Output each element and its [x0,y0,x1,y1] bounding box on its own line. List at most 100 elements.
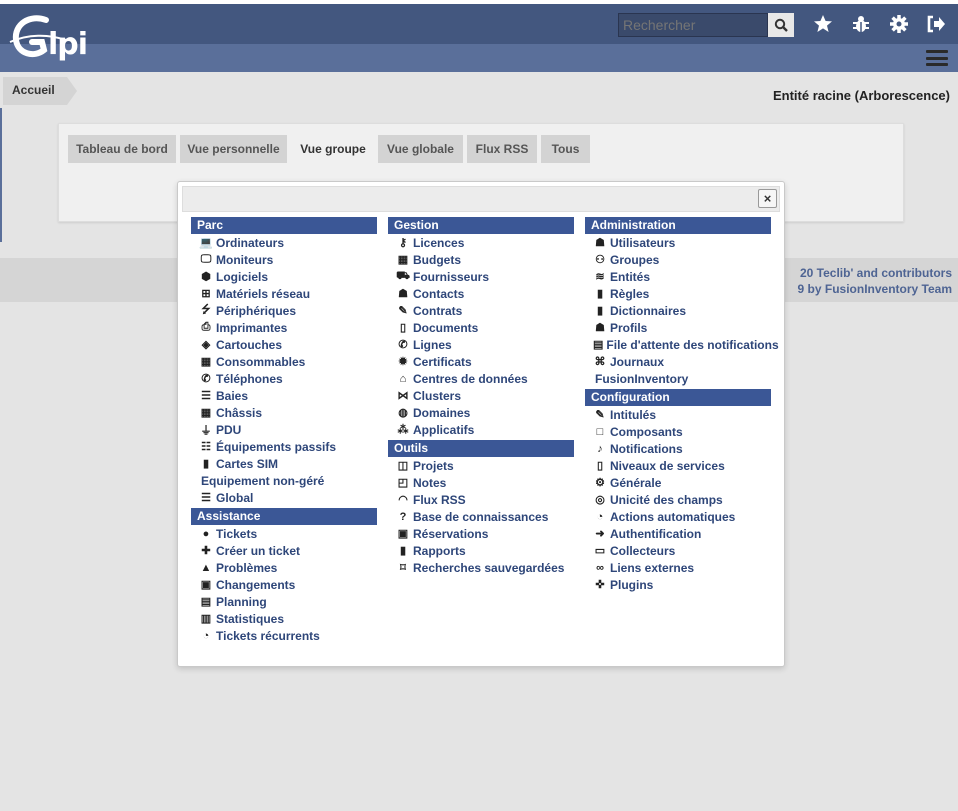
menu-item-label: Ordinateurs [216,235,285,250]
menu-item-label: Equipement non-géré [201,473,325,488]
menu-item-parc[interactable]: ✆ Téléphones [191,370,377,387]
menu-item-administration[interactable]: ≋ Entités [585,268,771,285]
menu-item-gestion[interactable]: ⚷ Licences [388,234,574,251]
plus-icon: ✚ [201,545,211,557]
menu-item-parc[interactable]: ⬢ Logiciels [191,268,377,285]
menu-item-gestion[interactable]: ▯ Documents [388,319,574,336]
menu-item-gestion[interactable]: ⛟ Fournisseurs [388,268,574,285]
menu-item-outils[interactable]: ◠ Flux RSS [388,491,574,508]
menu-item-parc[interactable]: ☰ Global [191,489,377,506]
tab-rss[interactable]: Flux RSS [467,135,537,163]
menu-item-parc[interactable]: ⏚ PDU [191,421,377,438]
menu-item-gestion[interactable]: ⋈ Clusters [388,387,574,404]
menu-item-parc[interactable]: ⊞ Matériels réseau [191,285,377,302]
warning-icon: ▲ [200,561,212,574]
inbox-icon: ▭ [594,545,606,557]
menu-item-gestion[interactable]: ✎ Contrats [388,302,574,319]
file-contract-icon: ▯ [596,460,604,472]
dolly-icon: ⛟ [396,269,410,282]
menu-item-configuration[interactable]: ✜ Plugins [585,576,771,593]
columns-icon: ◫ [397,460,409,472]
menu-item-assistance[interactable]: ▣ Changements [191,576,377,593]
key-icon: ⚷ [398,237,408,249]
menu-item-configuration[interactable]: ◎ Unicité des champs [585,491,771,508]
menu-item-outils[interactable]: ? Base de connaissances [388,508,574,525]
menu-item-configuration[interactable]: □ Composants [585,423,771,440]
menu-item-parc[interactable]: Equipement non-géré [191,472,377,489]
menu-item-parc[interactable]: 🖵 Moniteurs [191,251,377,268]
network-icon: ⊞ [201,288,211,300]
menu-item-outils[interactable]: ◰ Notes [388,474,574,491]
tab-all[interactable]: Tous [541,135,590,163]
list-icon: ☰ [201,492,211,504]
breadcrumb-home[interactable]: Accueil [3,77,67,105]
menu-item-administration[interactable]: FusionInventory [585,370,771,387]
menu-item-gestion[interactable]: ◍ Domaines [388,404,574,421]
star-icon[interactable] [810,12,836,36]
menu-item-configuration[interactable]: ∞ Liens externes [585,559,771,576]
tab-dashboard[interactable]: Tableau de bord [68,135,176,163]
search-input[interactable] [618,13,768,37]
menu-item-gestion[interactable]: ⌂ Centres de données [388,370,574,387]
menu-item-parc[interactable]: ▦ Châssis [191,404,377,421]
menu-item-assistance[interactable]: ✚ Créer un ticket [191,542,377,559]
menu-item-outils[interactable]: ▣ Réservations [388,525,574,542]
menu-item-configuration[interactable]: ▭ Collecteurs [585,542,771,559]
glpi-logo[interactable]: lpi [8,12,103,68]
search-button[interactable] [768,13,794,37]
menu-item-assistance[interactable]: ▤ Planning [191,593,377,610]
menu-item-outils[interactable]: ⌑ Recherches sauvegardées [388,559,574,576]
section-outils: Outils [388,440,574,457]
menu-item-label: Châssis [216,405,263,420]
menu-item-parc[interactable]: ☰ Baies [191,387,377,404]
menu-item-outils[interactable]: ▮ Rapports [388,542,574,559]
menu-item-assistance[interactable]: ▥ Statistiques [191,610,377,627]
menu-item-label: Licences [413,235,465,250]
bug-icon[interactable] [848,12,874,36]
menu-item-assistance[interactable]: ◔ Tickets récurrents [191,627,377,644]
menu-item-configuration[interactable]: ♪ Notifications [585,440,771,457]
tab-global-view[interactable]: Vue globale [378,135,463,163]
logout-icon[interactable] [923,12,949,36]
tab-group-view[interactable]: Vue groupe [291,135,375,163]
menu-item-administration[interactable]: ▮ Dictionnaires [585,302,771,319]
server-icon: ☰ [201,390,211,402]
entity-selector[interactable]: Entité racine (Arborescence) [773,88,950,103]
menu-item-configuration[interactable]: ◔ Actions automatiques [585,508,771,525]
menu-item-configuration[interactable]: ⚙ Générale [585,474,771,491]
gear-icon[interactable] [886,12,912,36]
menu-item-gestion[interactable]: ⁂ Applicatifs [388,421,574,438]
svg-text:lpi: lpi [48,27,87,62]
menu-item-assistance[interactable]: ▲ Problèmes [191,559,377,576]
book-icon: ▮ [596,288,604,300]
menu-item-label: File d'attente des notifications [606,337,779,352]
menu-icon[interactable] [926,48,948,68]
menu-item-administration[interactable]: ▤ File d'attente des notifications [585,336,779,353]
menu-item-parc[interactable]: ⎙ Imprimantes [191,319,377,336]
menu-item-assistance[interactable]: ● Tickets [191,525,377,542]
menu-item-administration[interactable]: ☗ Utilisateurs [585,234,771,251]
menu-item-gestion[interactable]: ▦ Budgets [388,251,574,268]
menu-item-parc[interactable]: ▦ Consommables [191,353,377,370]
calendar-check-icon: ▣ [397,528,409,540]
menu-item-configuration[interactable]: ✎ Intitulés [585,406,771,423]
menu-item-gestion[interactable]: ✆ Lignes [388,336,574,353]
menu-item-administration[interactable]: ▮ Règles [585,285,771,302]
menu-item-administration[interactable]: ⌘ Journaux [585,353,771,370]
menu-item-configuration[interactable]: ➜ Authentification [585,525,771,542]
menu-item-gestion[interactable]: ☗ Contacts [388,285,574,302]
menu-item-parc[interactable]: ▮ Cartes SIM [191,455,377,472]
menu-item-administration[interactable]: ☗ Profils [585,319,771,336]
menu-item-label: Baies [216,388,249,403]
menu-item-administration[interactable]: ⚇ Groupes [585,251,771,268]
menu-item-configuration[interactable]: ▯ Niveaux de services [585,457,771,474]
menu-item-parc[interactable]: 💻 Ordinateurs [191,234,377,251]
menu-item-parc[interactable]: ⭍ Périphériques [191,302,377,319]
menu-item-outils[interactable]: ◫ Projets [388,457,574,474]
menu-item-label: Composants [610,424,683,439]
menu-item-parc[interactable]: ◈ Cartouches [191,336,377,353]
tab-personal-view[interactable]: Vue personnelle [180,135,287,163]
menu-item-gestion[interactable]: ✹ Certificats [388,353,574,370]
menu-item-parc[interactable]: ☷ Équipements passifs [191,438,377,455]
close-button[interactable]: × [758,189,777,208]
